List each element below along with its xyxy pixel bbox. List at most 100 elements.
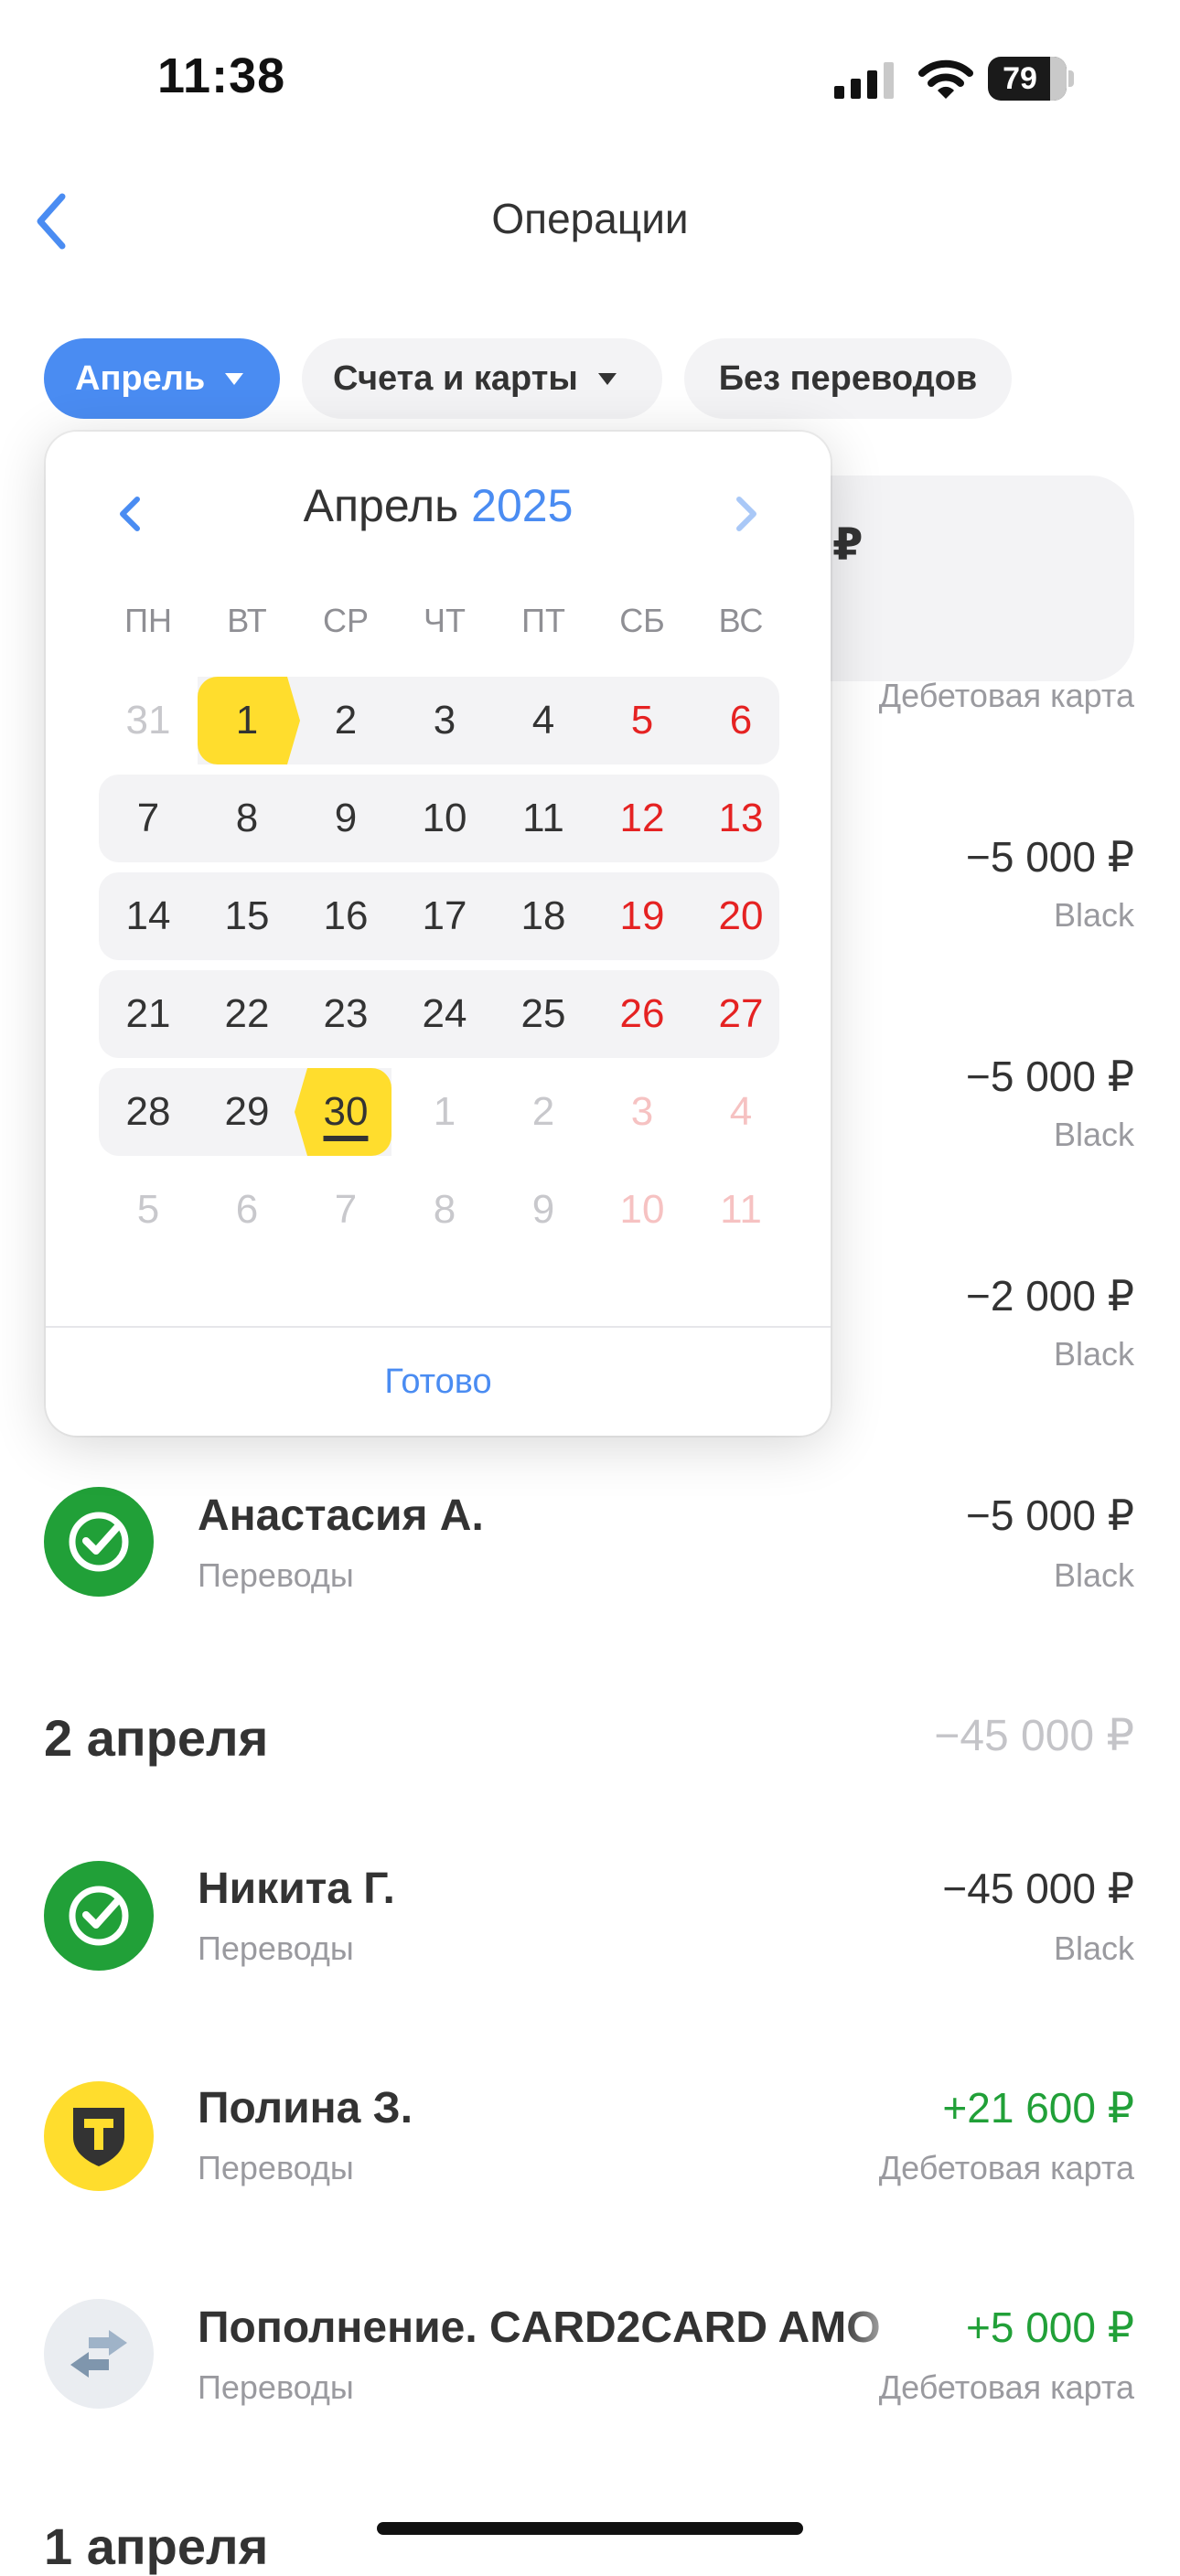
calendar-day[interactable]: 29 xyxy=(198,1068,296,1156)
calendar-month: Апрель xyxy=(303,480,459,531)
battery-icon: 79 xyxy=(988,57,1076,101)
operation-name[interactable]: Полина З. xyxy=(198,2083,413,2133)
calendar-day-outside: 9 xyxy=(531,1187,555,1232)
operation-category: Переводы xyxy=(198,2368,354,2406)
month-filter-chip[interactable]: Апрель xyxy=(44,338,280,419)
calendar-day[interactable]: 10 xyxy=(395,775,494,862)
operation-account: Black xyxy=(1053,1556,1134,1594)
calendar-month-year[interactable]: Апрель 2025 xyxy=(46,479,831,532)
transfers-filter-label: Без переводов xyxy=(718,358,978,398)
operation-amount: −5 000 ₽ xyxy=(965,833,1134,881)
calendar-day-outside: 4 xyxy=(729,1089,753,1134)
sber-logo-icon xyxy=(44,1861,154,1971)
calendar-day[interactable]: 18 xyxy=(494,872,593,960)
operation-name[interactable]: Анастасия А. xyxy=(198,1491,484,1541)
calendar-day[interactable]: 4 xyxy=(494,677,593,764)
calendar-day[interactable]: 12 xyxy=(593,775,692,862)
calendar-day-outside: 31 xyxy=(125,698,171,743)
operation-amount: −5 000 ₽ xyxy=(965,1491,1134,1539)
calendar-day[interactable]: 19 xyxy=(593,872,692,960)
operation-account: Black xyxy=(1053,1335,1134,1373)
calendar-day[interactable]: 6 xyxy=(692,677,790,764)
status-time: 11:38 xyxy=(157,48,286,103)
caret-down-icon xyxy=(597,372,617,385)
operation-account: Дебетовая карта xyxy=(878,2368,1134,2406)
home-indicator xyxy=(377,2522,803,2535)
cellular-signal-icon xyxy=(834,62,894,99)
calendar-day[interactable]: 25 xyxy=(494,970,593,1058)
date-group-header: 1 апреля xyxy=(44,2517,269,2575)
operation-category: Переводы xyxy=(198,1929,354,1967)
calendar-day[interactable]: 11 xyxy=(494,775,593,862)
calendar-day[interactable]: 1 xyxy=(198,677,296,764)
calendar-day[interactable]: 9 xyxy=(296,775,395,862)
operation-amount: −2 000 ₽ xyxy=(965,1272,1134,1320)
weekday-label: ВС xyxy=(718,602,764,639)
operation-category: Переводы xyxy=(198,1556,354,1594)
calendar-day[interactable]: 3 xyxy=(395,677,494,764)
calendar-day-outside: 5 xyxy=(136,1187,160,1232)
calendar-day[interactable]: 20 xyxy=(692,872,790,960)
calendar-day-outside: 6 xyxy=(235,1187,259,1232)
calendar-day-outside: 3 xyxy=(630,1089,654,1134)
calendar-day[interactable]: 7 xyxy=(99,775,198,862)
calendar-day-outside: 11 xyxy=(720,1187,762,1232)
calendar-day-outside: 10 xyxy=(619,1187,665,1232)
calendar-day-outside: 7 xyxy=(334,1187,358,1232)
calendar-year[interactable]: 2025 xyxy=(471,480,573,531)
transfers-filter-chip[interactable]: Без переводов xyxy=(684,338,1012,419)
calendar-day[interactable]: 27 xyxy=(692,970,790,1058)
calendar-day[interactable]: 28 xyxy=(99,1068,198,1156)
operation-account: Black xyxy=(1053,1929,1134,1967)
operation-account: Дебетовая карта xyxy=(878,2149,1134,2186)
weekday-label: ПТ xyxy=(521,602,565,639)
operation-category: Переводы xyxy=(198,2149,354,2186)
calendar-day-outside: 8 xyxy=(433,1187,456,1232)
calendar-day[interactable]: 17 xyxy=(395,872,494,960)
operation-account: Black xyxy=(1053,896,1134,934)
calendar-day[interactable]: 14 xyxy=(99,872,198,960)
page-title: Операции xyxy=(491,195,689,242)
calendar-day[interactable]: 21 xyxy=(99,970,198,1058)
name-fade-mask xyxy=(842,2286,933,2359)
weekday-label: ВТ xyxy=(227,602,267,639)
month-filter-label: Апрель xyxy=(75,358,206,398)
accounts-filter-label: Счета и карты xyxy=(333,358,578,398)
done-button[interactable]: Готово xyxy=(46,1328,831,1436)
summary-account: Дебетовая карта xyxy=(878,677,1134,714)
calendar-popup: Апрель 2025 ПН ВТ СР ЧТ ПТ СБ ВС 31 1 2 3 4 5 6 7 8 9 10… xyxy=(46,432,831,1436)
battery-percent: 79 xyxy=(1003,61,1037,96)
operation-amount: +21 600 ₽ xyxy=(942,2084,1134,2132)
calendar-day[interactable]: 26 xyxy=(593,970,692,1058)
date-group-total: −45 000 ₽ xyxy=(934,1712,1134,1760)
calendar-day-outside: 1 xyxy=(433,1089,456,1134)
calendar-day[interactable]: 22 xyxy=(198,970,296,1058)
calendar-day[interactable]: 5 xyxy=(593,677,692,764)
operation-account: Black xyxy=(1053,1116,1134,1153)
date-group-header: 2 апреля xyxy=(44,1709,269,1767)
calendar-day[interactable]: 2 xyxy=(296,677,395,764)
weekday-label: ЧТ xyxy=(424,602,466,639)
operation-amount: +5 000 ₽ xyxy=(965,2303,1134,2351)
calendar-day[interactable]: 24 xyxy=(395,970,494,1058)
tbank-logo-icon xyxy=(44,2081,154,2191)
weekday-label: СБ xyxy=(619,602,665,639)
weekday-label: ПН xyxy=(124,602,172,639)
wifi-icon xyxy=(918,59,973,99)
calendar-day[interactable]: 30 xyxy=(296,1068,395,1156)
calendar-day-outside: 2 xyxy=(531,1089,555,1134)
operation-amount: −45 000 ₽ xyxy=(942,1865,1134,1912)
accounts-filter-chip[interactable]: Счета и карты xyxy=(302,338,662,419)
caret-down-icon xyxy=(225,372,244,385)
calendar-day[interactable]: 23 xyxy=(296,970,395,1058)
calendar-day[interactable]: 8 xyxy=(198,775,296,862)
next-month-button[interactable] xyxy=(724,486,768,541)
calendar-day[interactable]: 16 xyxy=(296,872,395,960)
calendar-day[interactable]: 13 xyxy=(692,775,790,862)
chevron-right-icon xyxy=(736,497,756,531)
operation-name[interactable]: Никита Г. xyxy=(198,1864,395,1914)
operation-name[interactable]: Пополнение. CARD2CARD AMO xyxy=(198,2303,929,2353)
sber-logo-icon xyxy=(44,1487,154,1597)
calendar-day[interactable]: 15 xyxy=(198,872,296,960)
operation-amount: −5 000 ₽ xyxy=(965,1053,1134,1100)
